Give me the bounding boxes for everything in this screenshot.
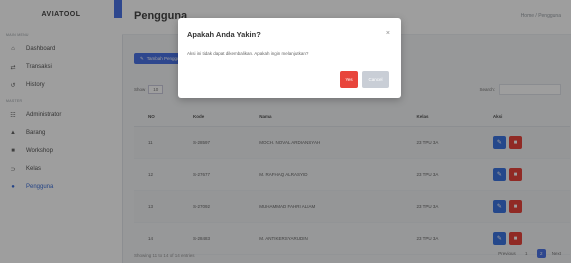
close-icon[interactable]: × bbox=[386, 30, 390, 37]
dialog-message: Aksi ini tidak dapat dikembalikan. Apaka… bbox=[187, 51, 309, 56]
confirm-cancel-button[interactable]: Cancel bbox=[362, 71, 389, 88]
dialog-title: Apakah Anda Yakin? bbox=[187, 30, 261, 39]
confirm-yes-button[interactable]: Yes bbox=[340, 71, 358, 88]
confirm-dialog: Apakah Anda Yakin? × Aksi ini tidak dapa… bbox=[178, 18, 401, 98]
